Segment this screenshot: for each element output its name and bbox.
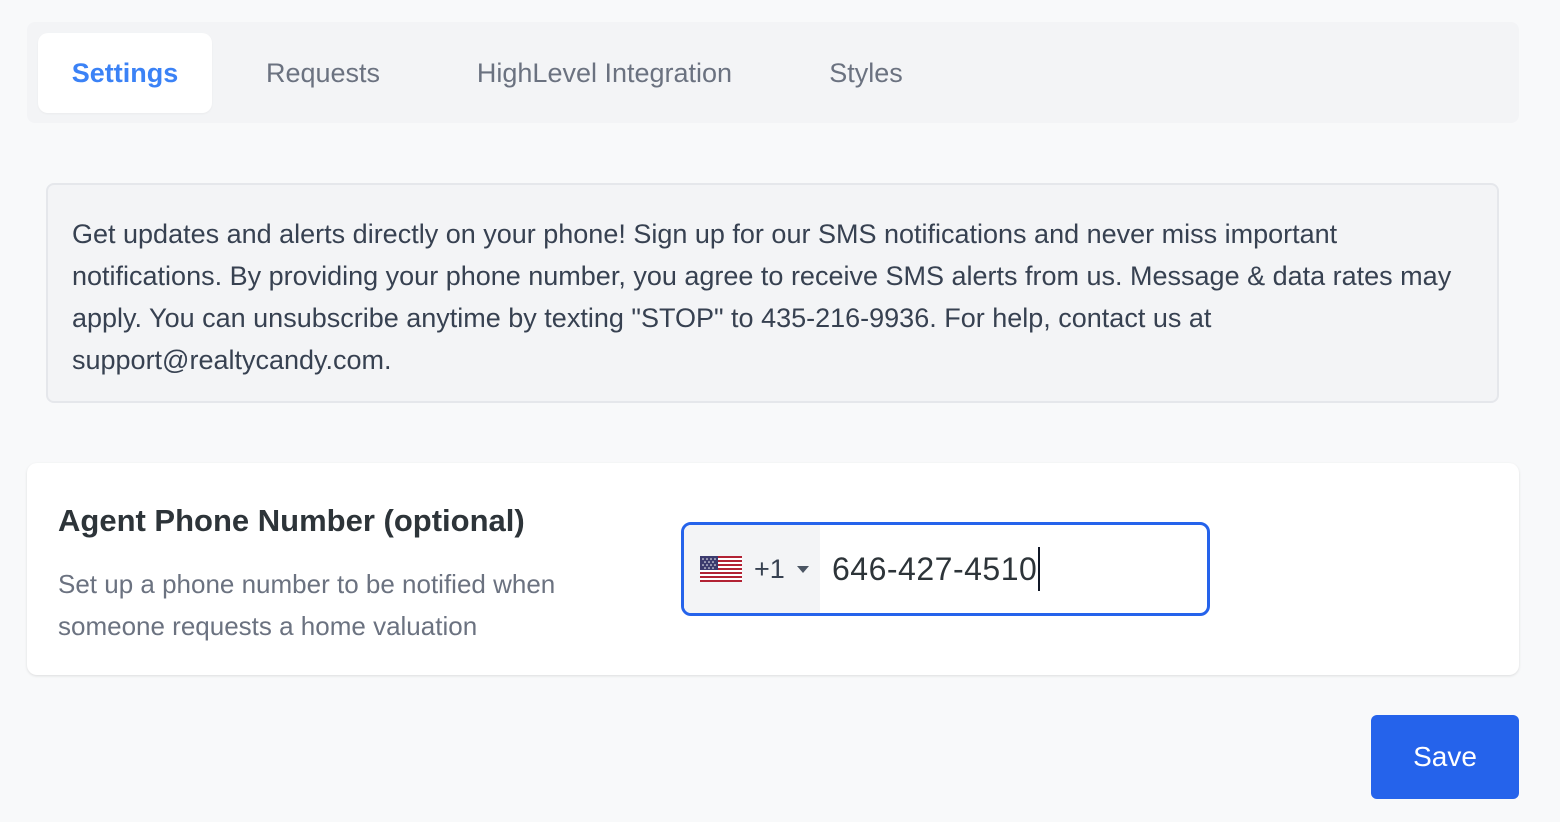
phone-number-field[interactable]: 646-427-4510 (820, 525, 1207, 613)
country-code-select[interactable]: +1 (684, 525, 820, 613)
tab-requests[interactable]: Requests (232, 33, 414, 113)
phone-field-title: Agent Phone Number (optional) (58, 503, 525, 538)
phone-settings-card: Agent Phone Number (optional) Set up a p… (27, 463, 1519, 675)
tabs-bar: Settings Requests HighLevel Integration … (27, 22, 1519, 123)
tab-styles[interactable]: Styles (799, 33, 933, 113)
text-cursor (1038, 547, 1041, 591)
tab-settings[interactable]: Settings (38, 33, 212, 113)
tab-highlevel-integration[interactable]: HighLevel Integration (442, 33, 767, 113)
save-button[interactable]: Save (1371, 715, 1519, 799)
sms-notice-text: Get updates and alerts directly on your … (72, 219, 1452, 375)
phone-input[interactable]: +1 646-427-4510 (681, 522, 1210, 616)
phone-number-value: 646-427-4510 (832, 550, 1038, 587)
us-flag-icon (700, 556, 742, 582)
sms-notice: Get updates and alerts directly on your … (46, 183, 1499, 403)
dial-code: +1 (754, 553, 785, 584)
phone-field-description: Set up a phone number to be notified whe… (58, 569, 556, 641)
chevron-down-icon (796, 565, 809, 573)
